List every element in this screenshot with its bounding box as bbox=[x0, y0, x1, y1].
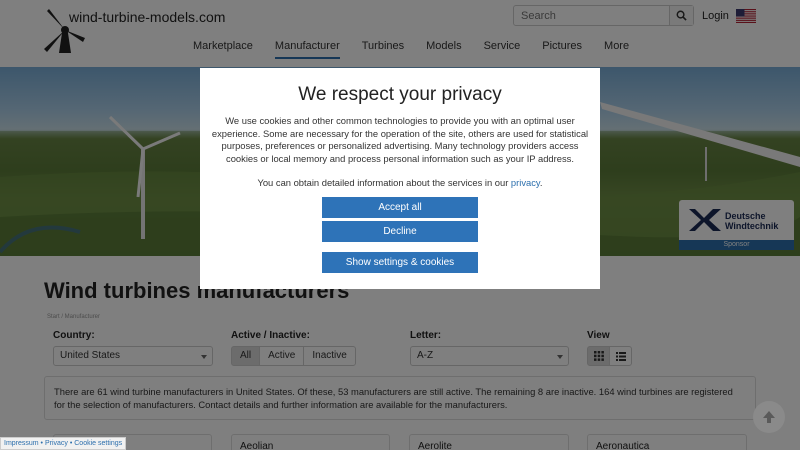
privacy-text-prefix: You can obtain detailed information abou… bbox=[257, 177, 509, 189]
decline-button[interactable]: Decline bbox=[322, 221, 478, 242]
accept-all-button[interactable]: Accept all bbox=[322, 197, 478, 218]
consent-text: We use cookies and other common technolo… bbox=[211, 115, 589, 164]
scroll-to-top-button[interactable] bbox=[753, 401, 785, 433]
cookie-consent-dialog: We respect your privacy We use cookies a… bbox=[200, 68, 600, 289]
privacy-text-suffix: . bbox=[539, 177, 543, 189]
arrow-up-icon bbox=[763, 411, 775, 423]
privacy-link[interactable]: privacy bbox=[511, 177, 540, 188]
show-settings-button[interactable]: Show settings & cookies bbox=[322, 252, 478, 273]
footer-links[interactable]: Impressum • Privacy • Cookie settings bbox=[0, 437, 127, 450]
consent-privacy-text: You can obtain detailed information abou… bbox=[200, 177, 600, 188]
consent-title: We respect your privacy bbox=[298, 84, 502, 105]
